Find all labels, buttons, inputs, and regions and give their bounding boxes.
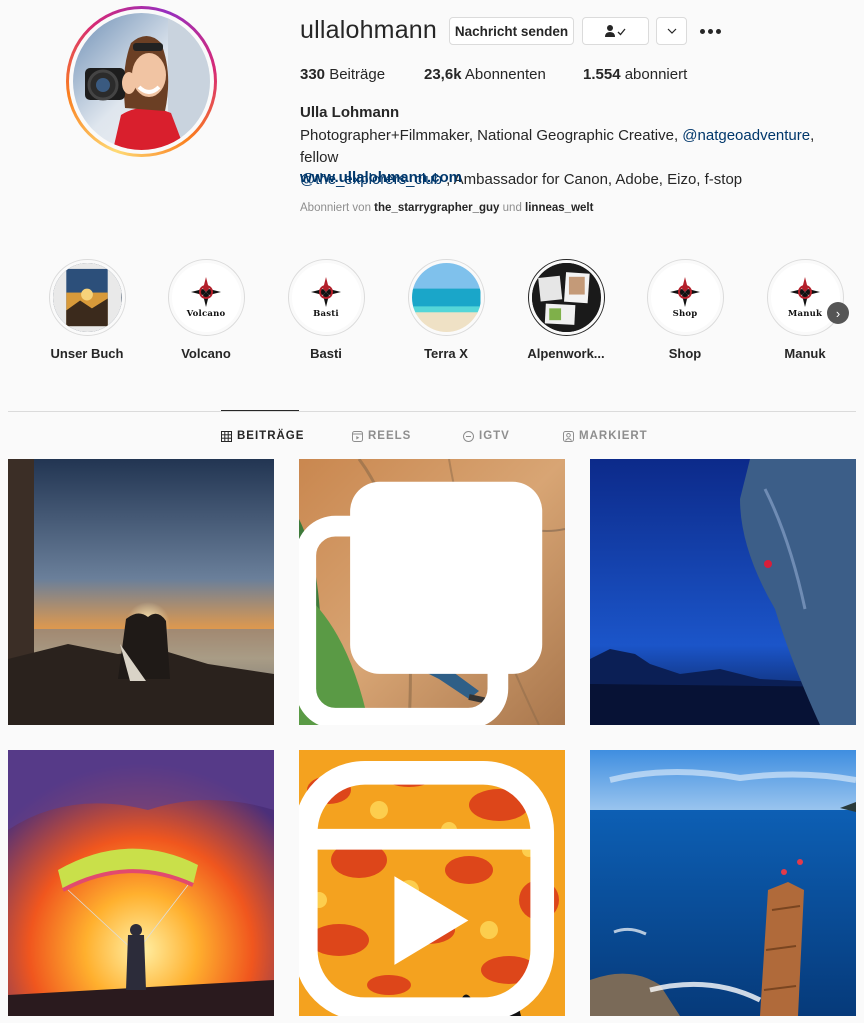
following-stat[interactable]: 1.554 abonniert	[583, 66, 687, 83]
compass-logo-icon	[191, 276, 221, 307]
post-image	[8, 459, 274, 725]
post-image	[8, 750, 274, 1016]
highlight-shop[interactable]: Shop Shop	[625, 259, 745, 361]
highlight-volcano[interactable]: Volcano Volcano	[146, 259, 266, 361]
book-cover-thumbnail	[52, 263, 122, 332]
following-button[interactable]	[582, 17, 649, 45]
highlight-basti[interactable]: Basti Basti	[266, 259, 386, 361]
tab-tagged[interactable]: MARKIERT	[563, 430, 648, 442]
tab-reels[interactable]: REELS	[352, 430, 411, 442]
post-thumbnail[interactable]	[299, 459, 565, 725]
avatar	[73, 13, 210, 150]
post-image	[590, 750, 856, 1016]
post-thumbnail[interactable]	[590, 459, 856, 725]
post-thumbnail[interactable]	[8, 459, 274, 725]
compass-logo-icon	[790, 276, 820, 307]
mention-link[interactable]: @natgeoadventure	[682, 127, 810, 144]
tabs-divider	[8, 411, 856, 412]
post-thumbnail[interactable]	[8, 750, 274, 1016]
highlight-alpenwork[interactable]: Alpenwork...	[506, 259, 626, 361]
post-thumbnail[interactable]	[590, 750, 856, 1016]
active-tab-indicator	[221, 410, 299, 411]
compass-logo-icon	[670, 276, 700, 307]
followed-by-text[interactable]: Abonniert von the_starrygrapher_guy und …	[300, 202, 593, 214]
reels-icon	[352, 430, 363, 442]
suggestions-dropdown-button[interactable]	[656, 17, 687, 45]
reel-icon	[299, 760, 555, 1016]
posts-stat[interactable]: 330 Beiträge	[300, 66, 385, 83]
website-link[interactable]: www.ullalohmann.com	[300, 169, 462, 186]
tab-igtv[interactable]: IGTV	[463, 430, 510, 442]
more-options-icon[interactable]	[698, 22, 722, 40]
user-check-icon	[604, 25, 626, 37]
chevron-down-icon	[667, 28, 676, 34]
highlight-terra-x[interactable]: Terra X	[386, 259, 506, 361]
highlight-unser-buch[interactable]: Unser Buch	[27, 259, 147, 361]
compass-logo-icon	[311, 276, 341, 307]
igtv-icon	[463, 430, 474, 442]
send-message-button[interactable]: Nachricht senden	[449, 17, 574, 45]
profile-full-name: Ulla Lohmann	[300, 104, 400, 121]
post-thumbnail[interactable]	[299, 750, 565, 1016]
profile-avatar-ring[interactable]	[66, 6, 217, 157]
grid-icon	[221, 430, 232, 442]
profile-username: ullalohmann	[300, 16, 438, 44]
followers-stat[interactable]: 23,6k Abonnenten	[424, 66, 546, 83]
post-image	[590, 459, 856, 725]
beach-thumbnail	[411, 263, 481, 332]
tab-posts[interactable]: BEITRÄGE	[221, 430, 304, 442]
highlights-next-arrow-icon[interactable]: ›	[827, 302, 849, 324]
collage-thumbnail	[531, 263, 601, 332]
carousel-icon	[299, 481, 543, 725]
tagged-user-icon	[563, 430, 574, 442]
